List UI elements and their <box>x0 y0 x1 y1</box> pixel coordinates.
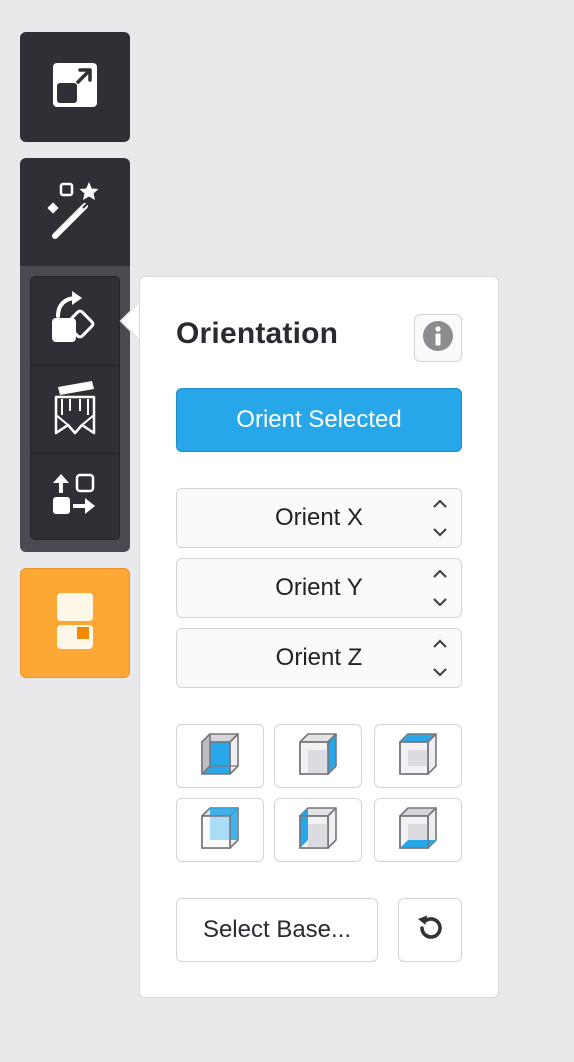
chevron-down-icon[interactable] <box>433 668 447 677</box>
face-top-button[interactable] <box>374 724 462 788</box>
stepper-arrows <box>433 569 447 607</box>
rotate-tool-button[interactable] <box>31 277 119 364</box>
chevron-down-icon[interactable] <box>433 528 447 537</box>
arrange-tool-button[interactable] <box>31 453 119 541</box>
printer-icon <box>55 591 95 656</box>
tool-group <box>20 266 130 552</box>
chevron-up-icon[interactable] <box>433 569 447 578</box>
face-bottom-button[interactable] <box>374 798 462 862</box>
cube-face-back-icon <box>198 806 242 855</box>
select-base-button[interactable]: Select Base... <box>176 898 378 962</box>
cube-face-top-icon <box>396 732 440 781</box>
cube-face-right-icon <box>296 732 340 781</box>
tool-group-inner <box>30 276 120 540</box>
supports-icon <box>52 379 98 440</box>
stepper-arrows <box>433 499 447 537</box>
magic-wand-icon <box>45 180 105 245</box>
face-back-button[interactable] <box>176 798 264 862</box>
cube-face-left-icon <box>296 806 340 855</box>
scale-tool-button[interactable] <box>20 32 130 142</box>
face-right-button[interactable] <box>274 724 362 788</box>
cube-face-front-icon <box>198 732 242 781</box>
cube-face-bottom-icon <box>396 806 440 855</box>
face-front-button[interactable] <box>176 724 264 788</box>
orient-x-stepper[interactable]: Orient X <box>176 488 462 548</box>
chevron-down-icon[interactable] <box>433 598 447 607</box>
orient-y-stepper[interactable]: Orient Y <box>176 558 462 618</box>
stepper-arrows <box>433 639 447 677</box>
panel-title: Orientation <box>176 317 339 350</box>
info-button[interactable] <box>414 314 462 362</box>
stepper-label: Orient X <box>274 504 364 531</box>
reset-icon <box>416 914 444 947</box>
print-preview-button[interactable] <box>20 568 130 678</box>
magic-wand-tool-button[interactable] <box>20 158 130 266</box>
scale-icon <box>51 61 99 114</box>
reset-button[interactable] <box>398 898 462 962</box>
orient-z-stepper[interactable]: Orient Z <box>176 628 462 688</box>
chevron-up-icon[interactable] <box>433 499 447 508</box>
arrange-icon <box>51 471 99 524</box>
info-icon <box>422 320 454 357</box>
orient-selected-button[interactable]: Orient Selected <box>176 388 462 452</box>
rotate-icon <box>50 290 100 351</box>
supports-tool-button[interactable] <box>31 365 119 453</box>
face-left-button[interactable] <box>274 798 362 862</box>
stepper-label: Orient Z <box>275 644 363 671</box>
chevron-up-icon[interactable] <box>433 639 447 648</box>
stepper-label: Orient Y <box>275 574 363 601</box>
